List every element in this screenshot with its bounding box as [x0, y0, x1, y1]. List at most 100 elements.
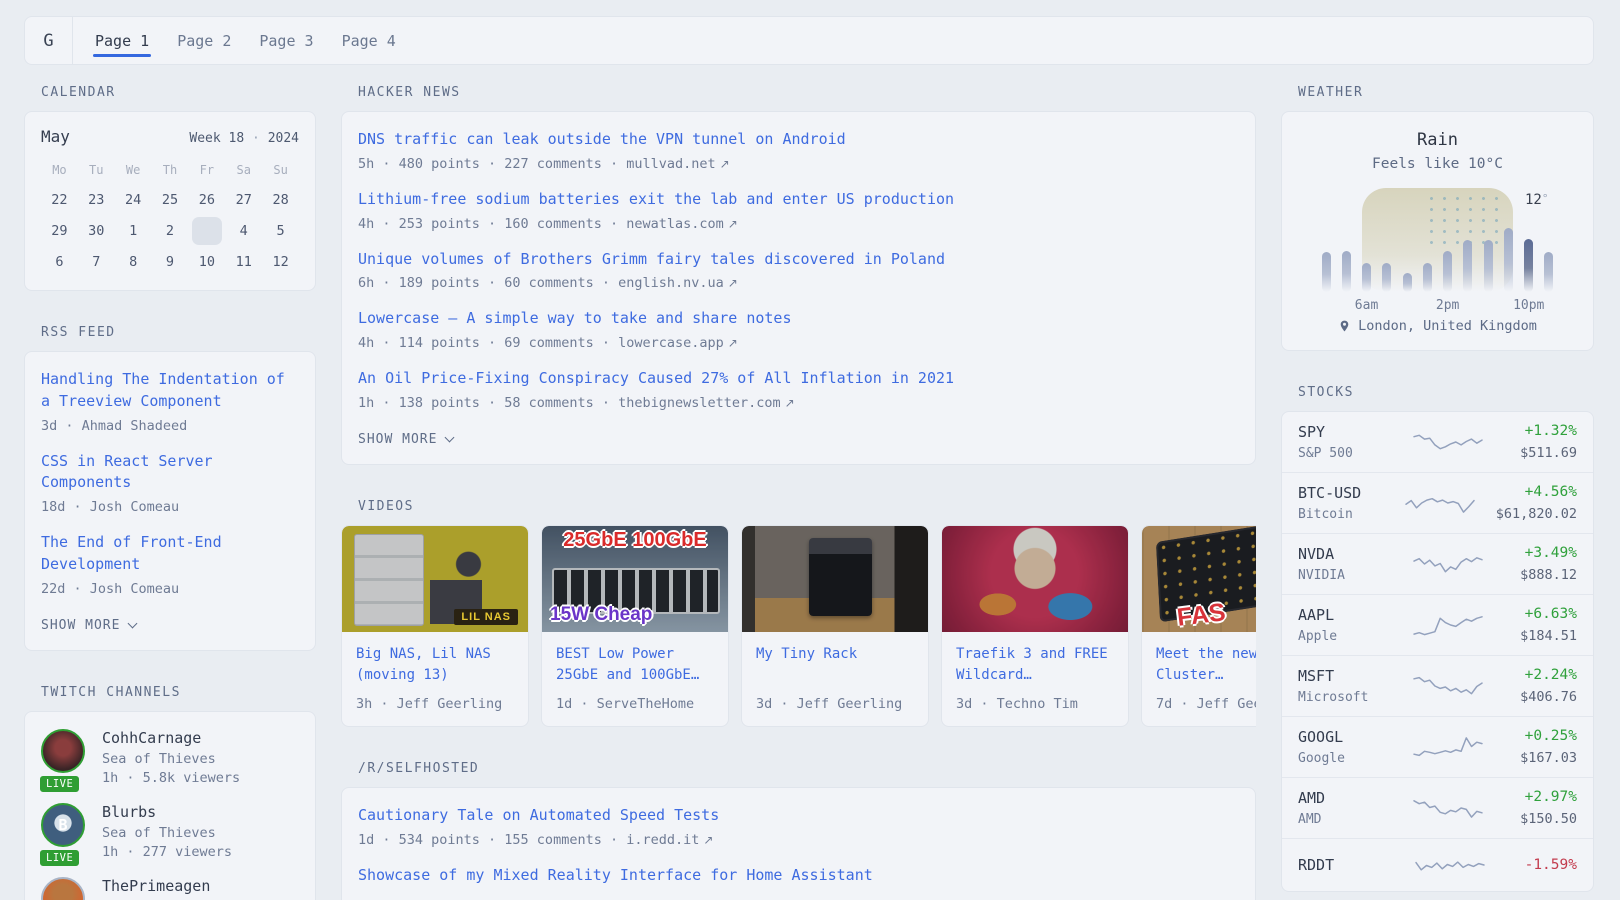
thumbnail-text: FAS	[1176, 598, 1228, 632]
stock-sparkline	[1412, 671, 1484, 701]
twitch-card: LIVE CohhCarnage Sea of Thieves 1h · 5.8…	[24, 711, 316, 900]
stock-symbol: BTC-USD	[1298, 484, 1394, 502]
page-tab[interactable]: Page 1	[95, 17, 149, 64]
stocks-widget: STOCKS SPY S&P 500 +1.32% $511.69	[1281, 385, 1594, 892]
video-card[interactable]: FAS Meet the new Linux Cluster… 7d · Jef…	[1141, 525, 1256, 727]
hackernews-card: DNS traffic can leak outside the VPN tun…	[341, 111, 1256, 465]
stock-sparkline	[1412, 549, 1484, 579]
hackernews-item-meta: 4h · 114 points · 69 comments · lowercas…	[358, 335, 1239, 351]
twitch-channel-name[interactable]: ThePrimeagen	[102, 877, 210, 895]
hackernews-item-title[interactable]: Lowercase – A simple way to take and sha…	[358, 308, 1239, 330]
top-navbar: G Page 1 Page 2 Page 3 Page 4	[24, 16, 1594, 65]
weather-time-labels: 6am2pm10pm	[1322, 298, 1554, 314]
stock-row[interactable]: AAPL Apple +6.63% $184.51	[1282, 594, 1593, 655]
stock-row[interactable]: MSFT Microsoft +2.24% $406.76	[1282, 655, 1593, 716]
hackernews-item-meta-text: 5h · 480 points · 227 comments · mullvad…	[358, 156, 716, 172]
calendar-month: May	[41, 127, 70, 146]
hackernews-item-title[interactable]: Lithium-free sodium batteries exit the l…	[358, 189, 1239, 211]
twitch-channel-viewers: 1h · 5.8k viewers	[102, 770, 240, 786]
weather-bar	[1484, 240, 1493, 292]
video-card[interactable]: 25GbE 100GbE 15W Cheap BEST Low Power 25…	[541, 525, 729, 727]
rss-show-more-button[interactable]: SHOW MORE	[41, 618, 136, 633]
hackernews-item-title[interactable]: DNS traffic can leak outside the VPN tun…	[358, 129, 1239, 151]
stock-values: +2.24% $406.76	[1520, 667, 1577, 705]
hackernews-widget: HACKER NEWS DNS traffic can leak outside…	[341, 85, 1256, 465]
rss-item: CSS in React Server Components 18d · Jos…	[41, 451, 299, 516]
stock-values: +6.63% $184.51	[1520, 606, 1577, 644]
stock-row[interactable]: GOOGL Google +0.25% $167.03	[1282, 716, 1593, 777]
app-logo[interactable]: G	[25, 17, 73, 64]
video-card[interactable]: LIL NAS Big NAS, Lil NAS (moving 13) 3h …	[341, 525, 529, 727]
calendar-card: May Week 18 · 2024 MoTuWeThFrSaSu 222324…	[24, 111, 316, 291]
stock-identity: MSFT Microsoft	[1298, 667, 1394, 705]
videos-section-label: VIDEOS	[358, 499, 1256, 514]
twitch-channel-row[interactable]: ThePrimeagen	[41, 877, 299, 900]
twitch-channel-game: Sea of Thieves	[102, 751, 240, 767]
video-card-body: Big NAS, Lil NAS (moving 13) 3h · Jeff G…	[342, 632, 528, 726]
hackernews-item-title[interactable]: Unique volumes of Brothers Grimm fairy t…	[358, 249, 1239, 271]
stock-identity: BTC-USD Bitcoin	[1298, 484, 1394, 522]
stock-row[interactable]: RDDT -1.59%	[1282, 838, 1593, 891]
stock-row[interactable]: NVDA NVIDIA +3.49% $888.12	[1282, 533, 1593, 594]
reddit-section-label: /R/SELFHOSTED	[358, 761, 1256, 776]
rss-item-title[interactable]: Handling The Indentation of a Treeview C…	[41, 369, 299, 413]
stock-row[interactable]: SPY S&P 500 +1.32% $511.69	[1282, 412, 1593, 472]
twitch-channel-row[interactable]: B LIVE Blurbs Sea of Thieves 1h · 277 vi…	[41, 803, 299, 860]
video-card[interactable]: My Tiny Rack 3d · Jeff Geerling	[741, 525, 929, 727]
weather-time-label: 6am	[1355, 298, 1378, 313]
weather-bar	[1362, 263, 1371, 292]
video-title[interactable]: Meet the new Linux Cluster…	[1156, 644, 1256, 688]
hackernews-item: DNS traffic can leak outside the VPN tun…	[358, 129, 1239, 172]
video-title[interactable]: BEST Low Power 25GbE and 100GbE Switch…	[556, 644, 714, 688]
reddit-item: Cautionary Tale on Automated Speed Tests…	[358, 805, 1239, 848]
thumbnail-text: 15W Cheap	[550, 604, 652, 626]
video-card-body: Meet the new Linux Cluster… 7d · Jeff Ge…	[1142, 632, 1256, 726]
hackernews-show-more-button[interactable]: SHOW MORE	[358, 432, 453, 447]
rss-item-title[interactable]: The End of Front-End Development	[41, 532, 299, 576]
stock-identity: AMD AMD	[1298, 789, 1394, 827]
calendar-week-indicator: Week 18 · 2024	[189, 131, 299, 146]
calendar-day: 6	[41, 246, 78, 277]
stock-row[interactable]: BTC-USD Bitcoin +4.56% $61,820.02	[1282, 472, 1593, 533]
calendar-weekday: Fr	[188, 156, 225, 184]
twitch-channel-row[interactable]: LIVE CohhCarnage Sea of Thieves 1h · 5.8…	[41, 729, 299, 786]
stock-symbol: RDDT	[1298, 856, 1394, 874]
stock-change: +0.25%	[1520, 728, 1577, 744]
stock-name: Bitcoin	[1298, 507, 1394, 522]
page-tab[interactable]: Page 3	[259, 17, 313, 64]
reddit-item-title[interactable]: Showcase of my Mixed Reality Interface f…	[358, 865, 1239, 887]
page-tab[interactable]: Page 2	[177, 17, 231, 64]
weather-bar	[1544, 252, 1553, 292]
calendar-day: 2	[152, 215, 189, 246]
stock-row[interactable]: AMD AMD +2.97% $150.50	[1282, 777, 1593, 838]
live-badge: LIVE	[38, 774, 81, 794]
video-title[interactable]: My Tiny Rack	[756, 644, 914, 688]
weather-location: London, United Kingdom	[1302, 318, 1573, 334]
stock-change: +3.49%	[1520, 545, 1577, 561]
twitch-channel-name[interactable]: Blurbs	[102, 803, 232, 821]
page-tab[interactable]: Page 4	[342, 17, 396, 64]
hackernews-item: Lithium-free sodium batteries exit the l…	[358, 189, 1239, 232]
video-title[interactable]: Traefik 3 and FREE Wildcard…	[956, 644, 1114, 688]
show-more-label: SHOW MORE	[358, 432, 437, 447]
live-badge: LIVE	[38, 848, 81, 868]
calendar-section-label: CALENDAR	[41, 85, 316, 100]
rss-item-title[interactable]: CSS in React Server Components	[41, 451, 299, 495]
video-thumbnail	[742, 526, 928, 632]
avatar-initial: B	[58, 816, 67, 834]
twitch-section-label: TWITCH CHANNELS	[41, 685, 316, 700]
video-title[interactable]: Big NAS, Lil NAS (moving 13)	[356, 644, 514, 688]
weather-time-label: 10pm	[1513, 298, 1544, 313]
calendar-day: 26	[188, 184, 225, 215]
rss-widget: RSS FEED Handling The Indentation of a T…	[24, 325, 316, 651]
twitch-channel-info: Blurbs Sea of Thieves 1h · 277 viewers	[102, 803, 232, 860]
video-thumbnail	[942, 526, 1128, 632]
reddit-item-title[interactable]: Cautionary Tale on Automated Speed Tests	[358, 805, 1239, 827]
current-temp-value: 12	[1525, 192, 1542, 208]
location-pin-icon	[1338, 319, 1351, 333]
twitch-avatar-wrap	[41, 877, 87, 900]
hackernews-item-title[interactable]: An Oil Price-Fixing Conspiracy Caused 27…	[358, 368, 1239, 390]
video-card[interactable]: Traefik 3 and FREE Wildcard… 3d · Techno…	[941, 525, 1129, 727]
twitch-channel-name[interactable]: CohhCarnage	[102, 729, 240, 747]
calendar-day: 9	[152, 246, 189, 277]
